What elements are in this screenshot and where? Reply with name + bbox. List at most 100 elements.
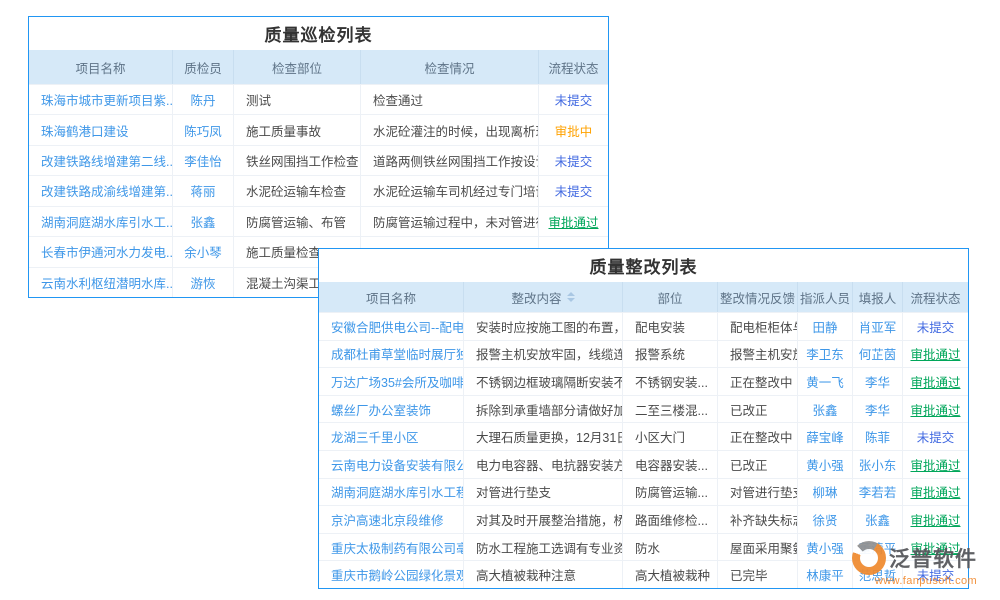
table-row: 京沪高速北京段维修对其及时开展整治措施，桥头...路面维修检...补齐缺失标志.… — [319, 505, 968, 533]
project-name-cell[interactable]: 改建铁路线增建第二线... — [29, 146, 173, 175]
rectify-content-cell: 安装时应按施工图的布置，将... — [464, 313, 623, 340]
rectify-part-cell: 路面维修检... — [623, 506, 718, 533]
col-header-situation[interactable]: 检查情况 — [361, 50, 539, 84]
table-row: 成都杜甫草堂临时展厅独立展...报警主机安放牢固，线缆连接...报警系统报警主机… — [319, 340, 968, 368]
workflow-status-cell[interactable]: 未提交 — [539, 146, 608, 175]
inspect-situation-cell: 水泥砼运输车司机经过专门培训... — [361, 176, 539, 205]
project-name-cell[interactable]: 云南电力设备安装有限公司20... — [319, 451, 464, 478]
inspect-situation-cell: 防腐管运输过程中，未对管进行... — [361, 207, 539, 236]
rectify-content-cell: 电力电容器、电抗器安装方案,... — [464, 451, 623, 478]
project-name-cell[interactable]: 珠海市城市更新项目紫... — [29, 85, 173, 114]
rectify-feedback-cell: 屋面采用聚氨... — [718, 534, 798, 561]
workflow-status-cell[interactable]: 审批通过 — [539, 207, 608, 236]
inspection-table-title: 质量巡检列表 — [29, 17, 608, 50]
watermark: 泛普软件 www.fanpusoft.com — [852, 541, 1000, 587]
workflow-status-cell[interactable]: 审批通过 — [903, 396, 968, 423]
rectify-feedback-cell: 正在整改中 — [718, 368, 798, 395]
project-name-cell[interactable]: 长春市伊通河水力发电... — [29, 237, 173, 266]
assignee-cell[interactable]: 黄小强 — [798, 451, 853, 478]
inspector-cell[interactable]: 余小琴 — [173, 237, 234, 266]
workflow-status-cell[interactable]: 未提交 — [903, 423, 968, 450]
workflow-status-cell[interactable]: 审批通过 — [903, 341, 968, 368]
workflow-status-cell[interactable]: 审批通过 — [903, 451, 968, 478]
col-header-part[interactable]: 检查部位 — [234, 50, 361, 84]
table-row: 安徽合肥供电公司--配电设备...安装时应按施工图的布置，将...配电安装配电柜… — [319, 312, 968, 340]
assignee-cell[interactable]: 薛宝峰 — [798, 423, 853, 450]
col-header-label: 质检员 — [184, 58, 222, 77]
project-name-cell[interactable]: 重庆太极制药有限公司亳州中... — [319, 534, 464, 561]
assignee-cell[interactable]: 张鑫 — [798, 396, 853, 423]
workflow-status-cell[interactable]: 未提交 — [539, 176, 608, 205]
assignee-cell[interactable]: 柳琳 — [798, 479, 853, 506]
rectify-feedback-cell: 已改正 — [718, 451, 798, 478]
project-name-cell[interactable]: 京沪高速北京段维修 — [319, 506, 464, 533]
inspect-part-cell: 防腐管运输、布管 — [234, 207, 361, 236]
project-name-cell[interactable]: 湖南洞庭湖水库引水工... — [29, 207, 173, 236]
workflow-status-cell[interactable]: 审批中 — [539, 115, 608, 144]
workflow-status-cell[interactable]: 审批通过 — [903, 479, 968, 506]
reporter-cell[interactable]: 张鑫 — [853, 506, 903, 533]
rectify-part-cell: 不锈钢安装... — [623, 368, 718, 395]
project-name-cell[interactable]: 云南水利枢纽潜明水库... — [29, 268, 173, 297]
col-header-label: 项目名称 — [75, 58, 125, 77]
project-name-cell[interactable]: 万达广场35#会所及咖啡厅空... — [319, 368, 464, 395]
rectify-table-title: 质量整改列表 — [319, 249, 968, 282]
sort-icon[interactable] — [567, 292, 575, 302]
workflow-status-cell[interactable]: 未提交 — [903, 313, 968, 340]
workflow-status-cell[interactable]: 未提交 — [539, 85, 608, 114]
col-header-label: 检查情况 — [424, 58, 474, 77]
project-name-cell[interactable]: 成都杜甫草堂临时展厅独立展... — [319, 341, 464, 368]
assignee-cell[interactable]: 李卫东 — [798, 341, 853, 368]
rectify-content-cell: 报警主机安放牢固，线缆连接... — [464, 341, 623, 368]
col-header-label: 指派人员 — [800, 288, 850, 307]
inspector-cell[interactable]: 张鑫 — [173, 207, 234, 236]
assignee-cell[interactable]: 黄一飞 — [798, 368, 853, 395]
reporter-cell[interactable]: 张小东 — [853, 451, 903, 478]
watermark-brand-text: 泛普软件 — [889, 543, 977, 573]
project-name-cell[interactable]: 安徽合肥供电公司--配电设备... — [319, 313, 464, 340]
reporter-cell[interactable]: 肖亚军 — [853, 313, 903, 340]
assignee-cell[interactable]: 徐贤 — [798, 506, 853, 533]
inspector-cell[interactable]: 蒋丽 — [173, 176, 234, 205]
inspector-cell[interactable]: 陈丹 — [173, 85, 234, 114]
assignee-cell[interactable]: 林康平 — [798, 561, 853, 588]
project-name-cell[interactable]: 改建铁路成渝线增建第... — [29, 176, 173, 205]
inspector-cell[interactable]: 游恢 — [173, 268, 234, 297]
reporter-cell[interactable]: 李华 — [853, 396, 903, 423]
col-header-feedback[interactable]: 整改情况反馈 — [718, 282, 798, 312]
reporter-cell[interactable]: 李若若 — [853, 479, 903, 506]
workflow-status-cell[interactable]: 审批通过 — [903, 368, 968, 395]
watermark-url-text: www.fanpusoft.com — [852, 575, 1000, 587]
table-row: 珠海市城市更新项目紫...陈丹测试检查通过未提交 — [29, 84, 608, 114]
project-name-cell[interactable]: 龙湖三千里小区 — [319, 423, 464, 450]
col-header-project[interactable]: 项目名称 — [29, 50, 173, 84]
inspect-part-cell: 水泥砼运输车检查 — [234, 176, 361, 205]
table-row: 改建铁路线增建第二线...李佳怡铁丝网围挡工作检查道路两侧铁丝网围挡工作按设计.… — [29, 145, 608, 175]
assignee-cell[interactable]: 田静 — [798, 313, 853, 340]
table-row: 湖南洞庭湖水库引水工程施工I标对管进行垫支防腐管运输...对管进行垫支柳琳李若若… — [319, 478, 968, 506]
project-name-cell[interactable]: 螺丝厂办公室装饰 — [319, 396, 464, 423]
rectify-part-cell: 二至三楼混... — [623, 396, 718, 423]
rectify-content-cell: 对其及时开展整治措施，桥头... — [464, 506, 623, 533]
col-header-project[interactable]: 项目名称 — [319, 282, 464, 312]
col-header-status[interactable]: 流程状态 — [903, 282, 968, 312]
project-name-cell[interactable]: 珠海鹤港口建设 — [29, 115, 173, 144]
reporter-cell[interactable]: 何芷茵 — [853, 341, 903, 368]
col-header-content[interactable]: 整改内容 — [464, 282, 623, 312]
project-name-cell[interactable]: 重庆市鹅岭公园绿化景观提升... — [319, 561, 464, 588]
col-header-assignee[interactable]: 指派人员 — [798, 282, 853, 312]
col-header-part[interactable]: 部位 — [623, 282, 718, 312]
reporter-cell[interactable]: 陈菲 — [853, 423, 903, 450]
inspector-cell[interactable]: 李佳怡 — [173, 146, 234, 175]
col-header-inspector[interactable]: 质检员 — [173, 50, 234, 84]
col-header-reporter[interactable]: 填报人 — [853, 282, 903, 312]
col-header-status[interactable]: 流程状态 — [539, 50, 608, 84]
reporter-cell[interactable]: 李华 — [853, 368, 903, 395]
inspector-cell[interactable]: 陈巧凤 — [173, 115, 234, 144]
assignee-cell[interactable]: 黄小强 — [798, 534, 853, 561]
table-row: 湖南洞庭湖水库引水工...张鑫防腐管运输、布管防腐管运输过程中，未对管进行...… — [29, 206, 608, 236]
col-header-label: 填报人 — [859, 288, 897, 307]
workflow-status-cell[interactable]: 审批通过 — [903, 506, 968, 533]
inspect-situation-cell: 水泥砼灌注的时候，出现离析现象 — [361, 115, 539, 144]
project-name-cell[interactable]: 湖南洞庭湖水库引水工程施工I标 — [319, 479, 464, 506]
